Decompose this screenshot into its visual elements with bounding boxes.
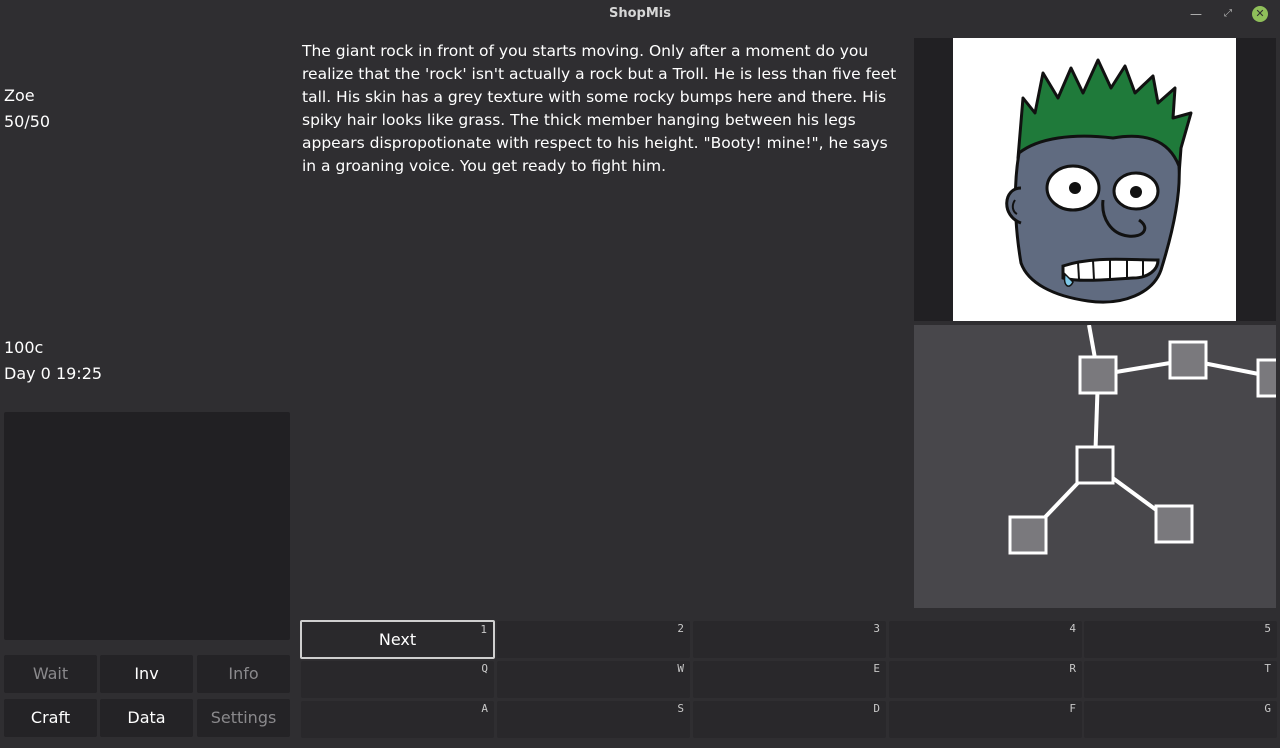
map-node[interactable] <box>1154 504 1194 544</box>
side-info-panel <box>4 412 290 640</box>
action-button-5[interactable]: 5 <box>1084 621 1277 658</box>
maximize-icon[interactable]: ⤢ <box>1220 6 1236 22</box>
craft-button[interactable]: Craft <box>4 699 97 737</box>
hotkey-label: G <box>1264 702 1271 715</box>
map-node[interactable] <box>1256 358 1276 398</box>
action-button-s[interactable]: S <box>497 701 690 738</box>
hotkey-label: 5 <box>1264 622 1271 635</box>
hotkey-label: 2 <box>677 622 684 635</box>
action-button-a[interactable]: A <box>301 701 494 738</box>
map-node-current[interactable] <box>1075 445 1115 485</box>
troll-portrait-icon <box>953 38 1236 321</box>
settings-button[interactable]: Settings <box>197 699 290 737</box>
data-button[interactable]: Data <box>100 699 193 737</box>
hotkey-label: Q <box>481 662 488 675</box>
map-graph-icon <box>1008 325 1276 555</box>
wait-button[interactable]: Wait <box>4 655 97 693</box>
action-label: Next <box>378 630 417 649</box>
story-text: The giant rock in front of you starts mo… <box>302 42 897 175</box>
action-button-t[interactable]: T <box>1084 661 1277 698</box>
portrait-panel <box>914 38 1276 321</box>
action-button-2[interactable]: 2 <box>497 621 690 658</box>
hotkey-label: S <box>677 702 684 715</box>
hotkey-label: D <box>873 702 880 715</box>
action-button-g[interactable]: G <box>1084 701 1277 738</box>
close-icon[interactable]: ✕ <box>1252 6 1268 22</box>
action-button-d[interactable]: D <box>693 701 886 738</box>
player-hp: 50/50 <box>4 112 51 131</box>
hotkey-label: T <box>1264 662 1271 675</box>
map-node[interactable] <box>1168 340 1208 380</box>
map-node[interactable] <box>1008 515 1048 555</box>
action-button-q[interactable]: Q <box>301 661 494 698</box>
action-button-r[interactable]: R <box>889 661 1082 698</box>
hotkey-label: E <box>873 662 880 675</box>
info-button[interactable]: Info <box>197 655 290 693</box>
inventory-button[interactable]: Inv <box>100 655 193 693</box>
player-name: Zoe <box>4 86 35 105</box>
action-button-4[interactable]: 4 <box>889 621 1082 658</box>
action-button-1[interactable]: 1 Next <box>300 620 495 659</box>
hotkey-label: 4 <box>1069 622 1076 635</box>
action-button-3[interactable]: 3 <box>693 621 886 658</box>
map-panel[interactable] <box>914 325 1276 608</box>
minimize-icon[interactable]: — <box>1188 6 1204 22</box>
action-button-f[interactable]: F <box>889 701 1082 738</box>
window-title: ShopMis <box>609 6 671 21</box>
action-button-e[interactable]: E <box>693 661 886 698</box>
hotkey-label: W <box>677 662 684 675</box>
action-button-w[interactable]: W <box>497 661 690 698</box>
hotkey-label: R <box>1069 662 1076 675</box>
hotkey-label: A <box>481 702 488 715</box>
title-bar: ShopMis — ⤢ ✕ <box>0 0 1280 28</box>
player-money: 100c <box>4 338 44 357</box>
map-node[interactable] <box>1078 355 1118 395</box>
hotkey-label: 3 <box>873 622 880 635</box>
hotkey-label: F <box>1069 702 1076 715</box>
game-time: Day 0 19:25 <box>4 364 103 383</box>
